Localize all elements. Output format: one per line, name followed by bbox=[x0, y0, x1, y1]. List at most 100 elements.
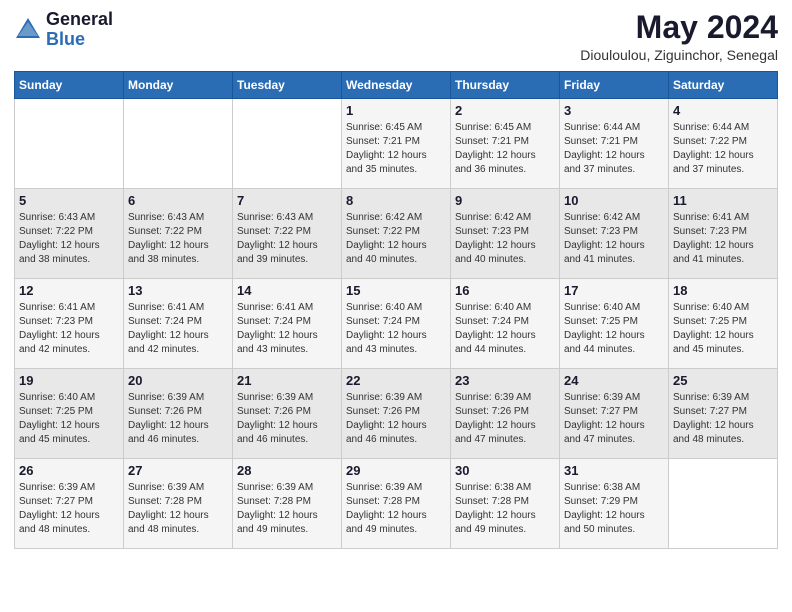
weekday-saturday: Saturday bbox=[669, 72, 778, 99]
day-info: Sunrise: 6:43 AM Sunset: 7:22 PM Dayligh… bbox=[19, 211, 119, 267]
day-cell: 31Sunrise: 6:38 AM Sunset: 7:29 PM Dayli… bbox=[560, 459, 669, 549]
day-number: 17 bbox=[564, 283, 664, 298]
logo: General Blue bbox=[14, 10, 113, 50]
day-cell: 30 Sunrise: 6:38 AM Sunset: 7:28 PM Dayli… bbox=[451, 459, 560, 549]
day-cell: 7 Sunrise: 6:43 AM Sunset: 7:22 PM Daylig… bbox=[233, 189, 342, 279]
title-block: May 2024 Diouloulou, Ziguinchor, Senegal bbox=[580, 10, 778, 63]
day-info: Sunrise: 6:41 AM Sunset: 7:23 PM Dayligh… bbox=[19, 301, 119, 357]
day-info: Sunrise: 6:39 AM Sunset: 7:28 PM Dayligh… bbox=[237, 481, 337, 537]
day-cell: 21 Sunrise: 6:39 AM Sunset: 7:26 PM Dayli… bbox=[233, 369, 342, 459]
location: Diouloulou, Ziguinchor, Senegal bbox=[580, 47, 778, 63]
day-info: Sunrise: 6:40 AM Sunset: 7:24 PM Dayligh… bbox=[455, 301, 555, 357]
day-cell: 26 Sunrise: 6:39 AM Sunset: 7:27 PM Dayli… bbox=[15, 459, 124, 549]
weekday-header-row: SundayMondayTuesdayWednesdayThursdayFrid… bbox=[15, 72, 778, 99]
day-cell: 23Sunrise: 6:39 AM Sunset: 7:26 PM Dayli… bbox=[451, 369, 560, 459]
header: General Blue May 2024 Diouloulou, Ziguin… bbox=[14, 10, 778, 63]
day-number: 6 bbox=[128, 193, 228, 208]
day-cell: 16 Sunrise: 6:40 AM Sunset: 7:24 PM Dayli… bbox=[451, 279, 560, 369]
day-cell: 6 Sunrise: 6:43 AM Sunset: 7:22 PM Daylig… bbox=[124, 189, 233, 279]
day-info: Sunrise: 6:41 AM Sunset: 7:24 PM Dayligh… bbox=[237, 301, 337, 357]
day-cell bbox=[124, 99, 233, 189]
day-cell: 20 Sunrise: 6:39 AM Sunset: 7:26 PM Dayli… bbox=[124, 369, 233, 459]
day-cell: 17 Sunrise: 6:40 AM Sunset: 7:25 PM Dayli… bbox=[560, 279, 669, 369]
day-number: 18 bbox=[673, 283, 773, 298]
day-number: 10 bbox=[564, 193, 664, 208]
week-row-4: 19 Sunrise: 6:40 AM Sunset: 7:25 PM Dayli… bbox=[15, 369, 778, 459]
day-number: 5 bbox=[19, 193, 119, 208]
day-cell: 1 Sunrise: 6:45 AM Sunset: 7:21 PM Daylig… bbox=[342, 99, 451, 189]
logo-icon bbox=[14, 16, 42, 44]
weekday-monday: Monday bbox=[124, 72, 233, 99]
calendar-table: SundayMondayTuesdayWednesdayThursdayFrid… bbox=[14, 71, 778, 549]
day-info: Sunrise: 6:42 AM Sunset: 7:23 PM Dayligh… bbox=[564, 211, 664, 267]
day-number: 12 bbox=[19, 283, 119, 298]
day-cell: 27Sunrise: 6:39 AM Sunset: 7:28 PM Dayli… bbox=[124, 459, 233, 549]
day-cell bbox=[669, 459, 778, 549]
day-info: Sunrise: 6:43 AM Sunset: 7:22 PM Dayligh… bbox=[128, 211, 228, 267]
day-info: Sunrise: 6:39 AM Sunset: 7:26 PM Dayligh… bbox=[455, 391, 555, 447]
day-number: 4 bbox=[673, 103, 773, 118]
day-number: 7 bbox=[237, 193, 337, 208]
day-cell: 3Sunrise: 6:44 AM Sunset: 7:21 PM Daylig… bbox=[560, 99, 669, 189]
week-row-2: 5 Sunrise: 6:43 AM Sunset: 7:22 PM Daylig… bbox=[15, 189, 778, 279]
day-number: 14 bbox=[237, 283, 337, 298]
day-number: 16 bbox=[455, 283, 555, 298]
day-number: 11 bbox=[673, 193, 773, 208]
day-info: Sunrise: 6:40 AM Sunset: 7:25 PM Dayligh… bbox=[673, 301, 773, 357]
day-info: Sunrise: 6:45 AM Sunset: 7:21 PM Dayligh… bbox=[346, 121, 446, 177]
day-number: 25 bbox=[673, 373, 773, 388]
day-number: 20 bbox=[128, 373, 228, 388]
week-row-1: 1 Sunrise: 6:45 AM Sunset: 7:21 PM Daylig… bbox=[15, 99, 778, 189]
day-cell: 5 Sunrise: 6:43 AM Sunset: 7:22 PM Daylig… bbox=[15, 189, 124, 279]
day-info: Sunrise: 6:42 AM Sunset: 7:22 PM Dayligh… bbox=[346, 211, 446, 267]
month-year: May 2024 bbox=[580, 10, 778, 45]
day-number: 30 bbox=[455, 463, 555, 478]
day-info: Sunrise: 6:39 AM Sunset: 7:27 PM Dayligh… bbox=[673, 391, 773, 447]
day-number: 24 bbox=[564, 373, 664, 388]
day-cell: 4Sunrise: 6:44 AM Sunset: 7:22 PM Daylig… bbox=[669, 99, 778, 189]
day-info: Sunrise: 6:40 AM Sunset: 7:25 PM Dayligh… bbox=[19, 391, 119, 447]
day-info: Sunrise: 6:39 AM Sunset: 7:27 PM Dayligh… bbox=[19, 481, 119, 537]
day-cell: 13Sunrise: 6:41 AM Sunset: 7:24 PM Dayli… bbox=[124, 279, 233, 369]
day-number: 9 bbox=[455, 193, 555, 208]
logo-general: General bbox=[46, 10, 113, 30]
week-row-3: 12 Sunrise: 6:41 AM Sunset: 7:23 PM Dayli… bbox=[15, 279, 778, 369]
day-cell: 14 Sunrise: 6:41 AM Sunset: 7:24 PM Dayli… bbox=[233, 279, 342, 369]
day-cell: 18 Sunrise: 6:40 AM Sunset: 7:25 PM Dayli… bbox=[669, 279, 778, 369]
day-cell: 28 Sunrise: 6:39 AM Sunset: 7:28 PM Dayli… bbox=[233, 459, 342, 549]
day-cell: 2 Sunrise: 6:45 AM Sunset: 7:21 PM Daylig… bbox=[451, 99, 560, 189]
day-info: Sunrise: 6:45 AM Sunset: 7:21 PM Dayligh… bbox=[455, 121, 555, 177]
day-cell bbox=[233, 99, 342, 189]
day-info: Sunrise: 6:39 AM Sunset: 7:26 PM Dayligh… bbox=[237, 391, 337, 447]
day-cell: 11 Sunrise: 6:41 AM Sunset: 7:23 PM Dayli… bbox=[669, 189, 778, 279]
day-number: 21 bbox=[237, 373, 337, 388]
day-info: Sunrise: 6:39 AM Sunset: 7:26 PM Dayligh… bbox=[128, 391, 228, 447]
day-info: Sunrise: 6:41 AM Sunset: 7:23 PM Dayligh… bbox=[673, 211, 773, 267]
day-info: Sunrise: 6:38 AM Sunset: 7:28 PM Dayligh… bbox=[455, 481, 555, 537]
day-number: 19 bbox=[19, 373, 119, 388]
day-cell: 25 Sunrise: 6:39 AM Sunset: 7:27 PM Dayli… bbox=[669, 369, 778, 459]
day-info: Sunrise: 6:39 AM Sunset: 7:28 PM Dayligh… bbox=[346, 481, 446, 537]
day-number: 2 bbox=[455, 103, 555, 118]
day-number: 28 bbox=[237, 463, 337, 478]
logo-text: General Blue bbox=[46, 10, 113, 50]
day-info: Sunrise: 6:40 AM Sunset: 7:25 PM Dayligh… bbox=[564, 301, 664, 357]
day-cell: 9 Sunrise: 6:42 AM Sunset: 7:23 PM Daylig… bbox=[451, 189, 560, 279]
day-cell: 29 Sunrise: 6:39 AM Sunset: 7:28 PM Dayli… bbox=[342, 459, 451, 549]
day-cell: 24Sunrise: 6:39 AM Sunset: 7:27 PM Dayli… bbox=[560, 369, 669, 459]
day-cell: 12 Sunrise: 6:41 AM Sunset: 7:23 PM Dayli… bbox=[15, 279, 124, 369]
day-cell: 19 Sunrise: 6:40 AM Sunset: 7:25 PM Dayli… bbox=[15, 369, 124, 459]
week-row-5: 26 Sunrise: 6:39 AM Sunset: 7:27 PM Dayli… bbox=[15, 459, 778, 549]
day-info: Sunrise: 6:43 AM Sunset: 7:22 PM Dayligh… bbox=[237, 211, 337, 267]
page: General Blue May 2024 Diouloulou, Ziguin… bbox=[0, 0, 792, 563]
weekday-sunday: Sunday bbox=[15, 72, 124, 99]
weekday-thursday: Thursday bbox=[451, 72, 560, 99]
day-info: Sunrise: 6:42 AM Sunset: 7:23 PM Dayligh… bbox=[455, 211, 555, 267]
day-info: Sunrise: 6:39 AM Sunset: 7:26 PM Dayligh… bbox=[346, 391, 446, 447]
day-number: 29 bbox=[346, 463, 446, 478]
day-number: 1 bbox=[346, 103, 446, 118]
logo-blue: Blue bbox=[46, 30, 113, 50]
day-number: 15 bbox=[346, 283, 446, 298]
day-number: 26 bbox=[19, 463, 119, 478]
weekday-tuesday: Tuesday bbox=[233, 72, 342, 99]
